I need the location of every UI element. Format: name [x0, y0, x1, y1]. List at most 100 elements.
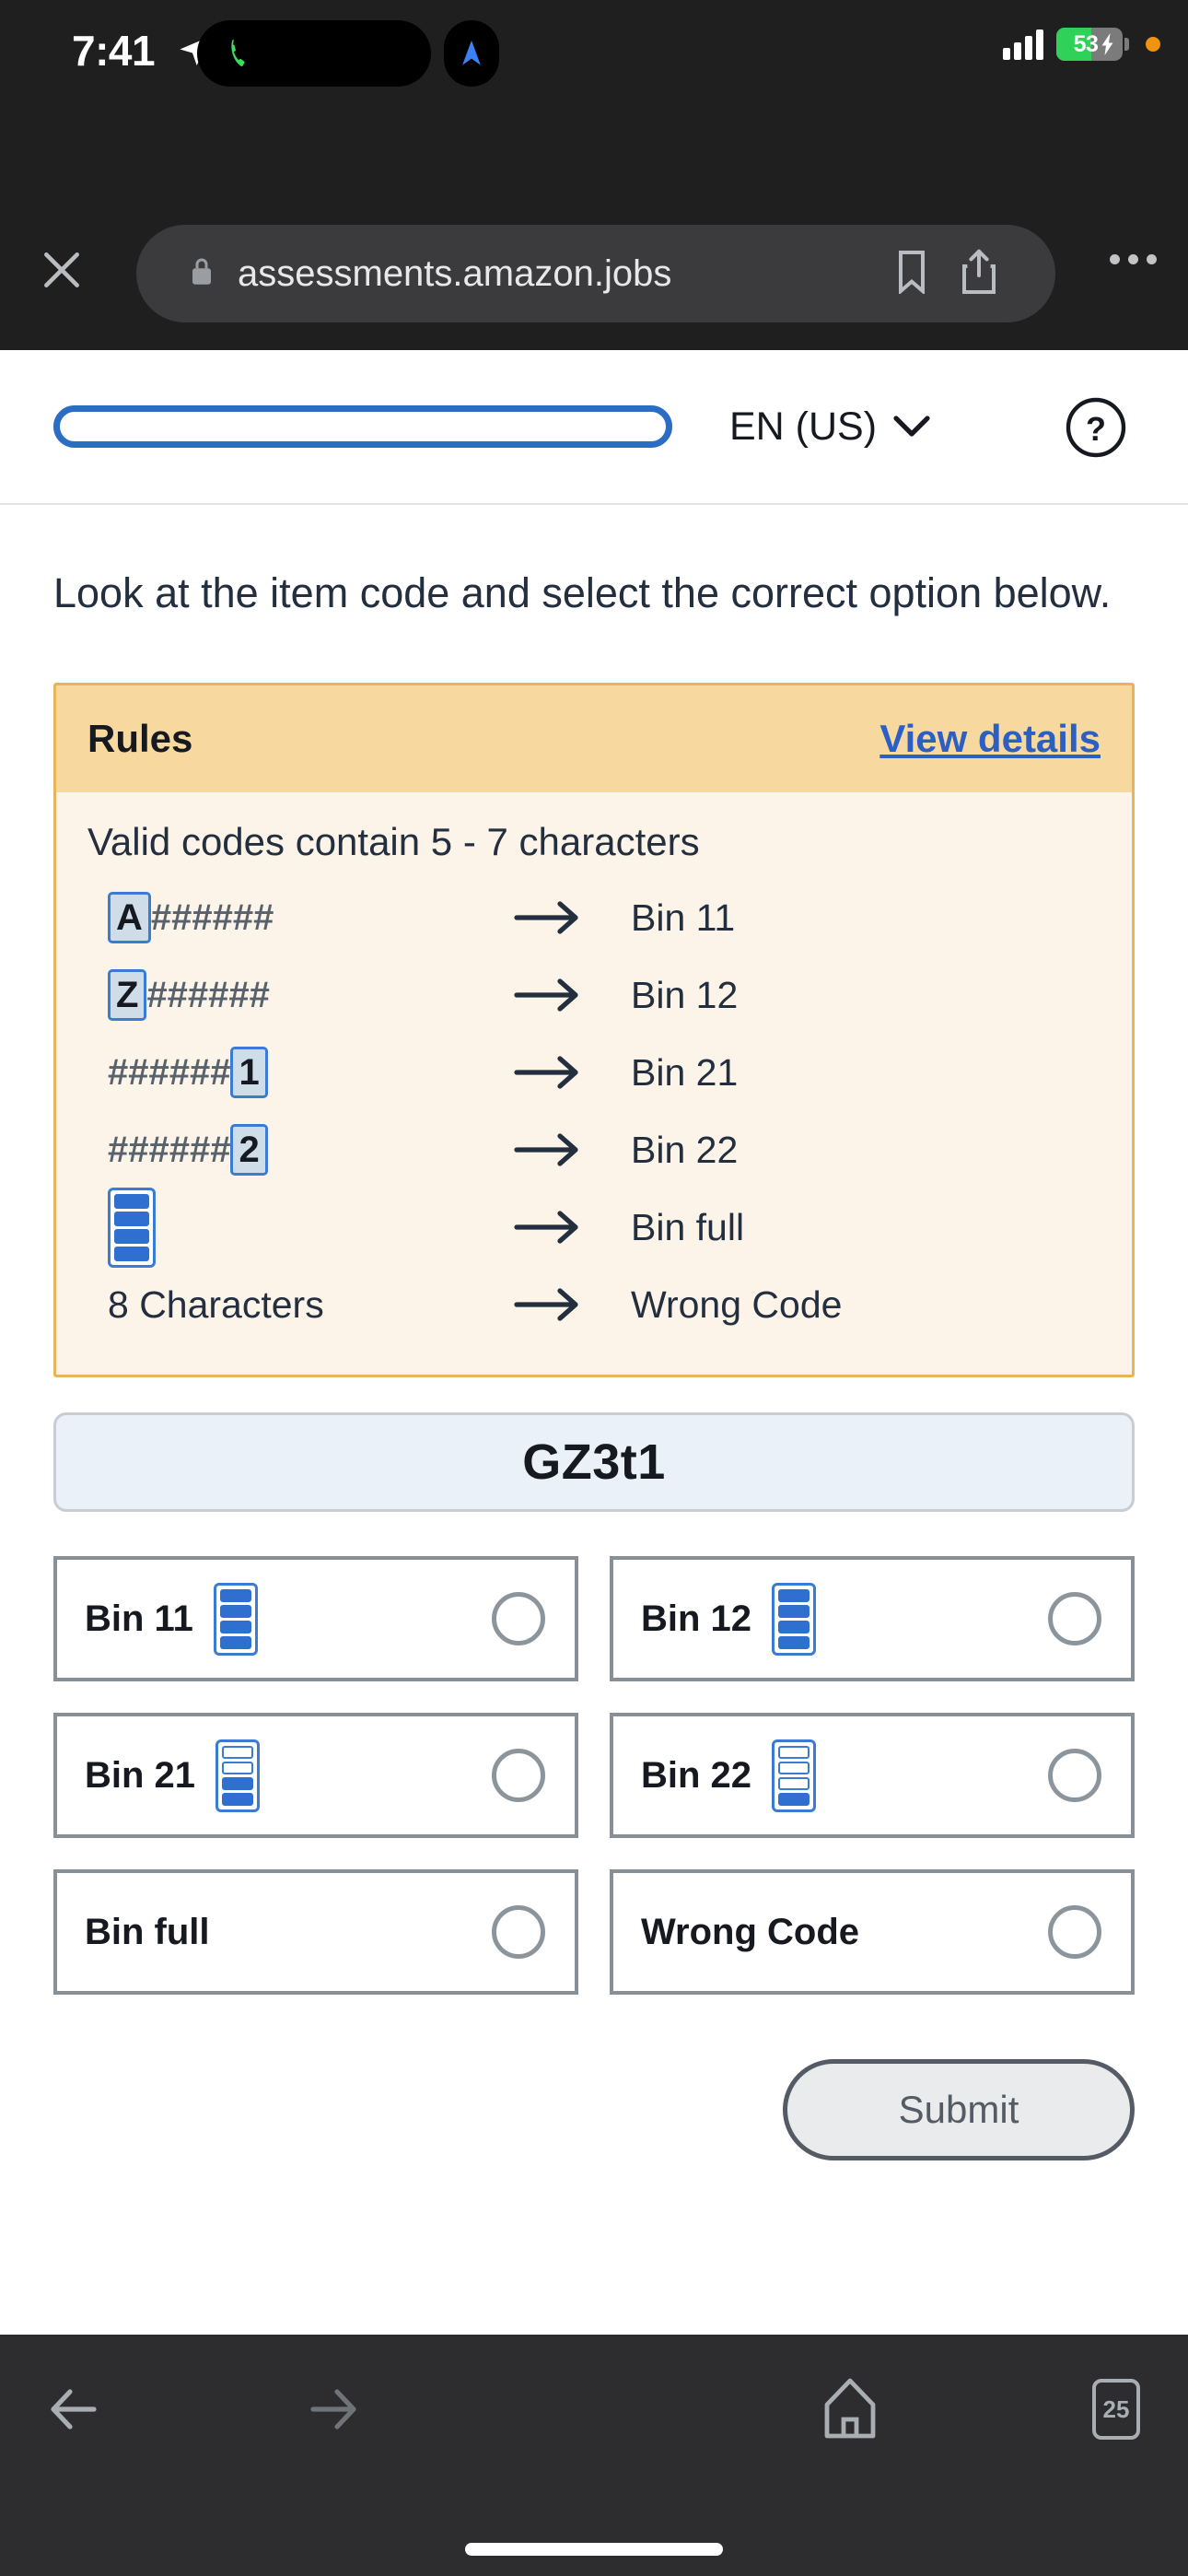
- rules-row: A ###### Bin 11: [87, 879, 1101, 956]
- bin-cell: [778, 1745, 810, 1759]
- rules-title: Rules: [87, 717, 193, 761]
- answer-option-bin-22[interactable]: Bin 22: [610, 1713, 1135, 1839]
- bin-cell: [778, 1635, 810, 1649]
- arrow-right-icon[interactable]: [306, 2381, 363, 2442]
- answer-option-radio[interactable]: [492, 1905, 545, 1960]
- bin-level-icon: [108, 1187, 156, 1268]
- rules-row: ###### 2 Bin 22: [87, 1111, 1101, 1188]
- answer-option-bin-full[interactable]: Bin full: [53, 1869, 578, 1996]
- rules-row-list: A ###### Bin 11 Z ###### Bin 12 ###### 1 Bin 21 #…: [87, 879, 1101, 1343]
- rules-row-target: Bin 11: [631, 896, 736, 939]
- language-label: EN (US): [729, 404, 878, 449]
- rules-row-text: 8 Characters: [108, 1282, 324, 1326]
- bin-cell: [778, 1792, 810, 1806]
- orange-recording-dot: [1146, 37, 1160, 52]
- answer-option-radio[interactable]: [492, 1592, 545, 1646]
- phone-screen: 7:41 53 assessments.amazon.jobs EN (US) …: [0, 0, 1188, 2576]
- answer-option-label: Bin 21: [85, 1754, 196, 1796]
- arrow-right-icon: [465, 1286, 631, 1323]
- rules-row-target: Bin 22: [631, 1128, 739, 1171]
- rules-row: Z ###### Bin 12: [87, 956, 1101, 1034]
- highlighted-character: 2: [230, 1124, 268, 1177]
- bin-cell: [219, 1635, 251, 1649]
- answer-option-label: Bin 12: [641, 1598, 752, 1639]
- status-bar-time: 7:41: [72, 27, 156, 75]
- lock-icon: [188, 254, 215, 294]
- arrow-right-icon: [465, 1054, 631, 1091]
- rules-row-target: Wrong Code: [631, 1282, 843, 1326]
- answer-option-radio[interactable]: [1048, 1905, 1101, 1960]
- front-camera-island: [444, 20, 499, 87]
- question-prompt: Look at the item code and select the cor…: [53, 569, 1112, 616]
- share-icon[interactable]: [961, 249, 996, 299]
- answer-option-bin-12[interactable]: Bin 12: [610, 1556, 1135, 1682]
- bin-cell: [219, 1620, 251, 1633]
- view-details-link[interactable]: View details: [879, 717, 1101, 761]
- answer-option-radio[interactable]: [492, 1749, 545, 1803]
- bin-cell: [778, 1620, 810, 1633]
- item-code-display: GZ3t1: [53, 1412, 1135, 1513]
- tab-count-label: 25: [1102, 2395, 1130, 2423]
- address-bar-url: assessments.amazon.jobs: [238, 252, 672, 294]
- bin-level-icon-wrap: [215, 1739, 261, 1812]
- bin-level-icon: [213, 1582, 258, 1656]
- answer-option-label: Wrong Code: [641, 1911, 860, 1952]
- answer-option-radio[interactable]: [1048, 1749, 1101, 1803]
- valid-codes-text: Valid codes contain 5 - 7 characters: [87, 820, 700, 864]
- rules-row: Bin full: [87, 1187, 1101, 1268]
- rules-card-body: Valid codes contain 5 - 7 characters A ##…: [56, 792, 1132, 1376]
- assessment-header: EN (US) ?: [0, 350, 1188, 505]
- hash-placeholder: ######: [108, 1129, 231, 1170]
- arrow-left-icon[interactable]: [44, 2381, 101, 2442]
- rules-row-pattern: Z ######: [87, 969, 465, 1022]
- bin-cell: [778, 1776, 810, 1790]
- battery-indicator: 53: [1056, 28, 1123, 61]
- rules-row: 8 Characters Wrong Code: [87, 1266, 1101, 1343]
- answer-option-label: Bin 22: [641, 1754, 752, 1796]
- progress-bar: [53, 405, 672, 448]
- assessment-content: Look at the item code and select the cor…: [0, 505, 1188, 2161]
- bin-cell: [219, 1604, 251, 1618]
- home-icon[interactable]: [818, 2375, 882, 2446]
- bookmark-icon[interactable]: [895, 250, 928, 299]
- rules-row-pattern: [87, 1187, 465, 1268]
- answer-option-wrong-code[interactable]: Wrong Code: [610, 1869, 1135, 1996]
- answer-option-bin-21[interactable]: Bin 21: [53, 1713, 578, 1839]
- svg-text:?: ?: [1086, 410, 1106, 448]
- status-bar-indicators: 53: [1003, 28, 1160, 61]
- rules-row-target: Bin full: [631, 1205, 745, 1248]
- bin-cell: [778, 1604, 810, 1618]
- bin-level-icon-wrap: [772, 1582, 817, 1656]
- bin-cell: [114, 1211, 149, 1226]
- language-selector[interactable]: EN (US): [729, 404, 930, 450]
- close-icon[interactable]: [35, 243, 88, 297]
- bin-cell: [222, 1745, 254, 1759]
- answer-option-label: Bin 11: [85, 1598, 193, 1639]
- bin-cell: [778, 1588, 810, 1602]
- browser-top-bar: assessments.amazon.jobs: [0, 195, 1188, 350]
- rules-row-target: Bin 12: [631, 973, 739, 1016]
- bin-cell: [219, 1588, 251, 1602]
- more-options-icon[interactable]: [1110, 254, 1157, 264]
- hash-placeholder: ######: [108, 1051, 231, 1093]
- cellular-signal-icon: [1003, 29, 1043, 60]
- ios-status-bar: 7:41 53: [0, 0, 1188, 195]
- rules-row-pattern: 8 Characters: [87, 1283, 465, 1327]
- rules-row-pattern: ###### 1: [87, 1047, 465, 1099]
- rules-row-pattern: A ######: [87, 892, 465, 944]
- address-bar[interactable]: assessments.amazon.jobs: [136, 225, 1055, 322]
- charging-bolt-icon: [1101, 33, 1116, 60]
- hash-placeholder: ######: [150, 896, 274, 938]
- bin-level-icon: [772, 1582, 817, 1656]
- answer-option-bin-11[interactable]: Bin 11: [53, 1556, 578, 1682]
- tab-count-button[interactable]: 25: [1092, 2379, 1140, 2440]
- bin-cell: [114, 1228, 149, 1244]
- highlighted-character: A: [108, 892, 151, 944]
- home-indicator: [465, 2543, 723, 2556]
- rules-row-pattern: ###### 2: [87, 1124, 465, 1177]
- answer-option-radio[interactable]: [1048, 1592, 1101, 1646]
- bin-cell: [778, 1761, 810, 1774]
- submit-button[interactable]: Submit: [783, 2059, 1135, 2161]
- highlighted-character: 1: [230, 1047, 268, 1099]
- question-mark-circle-icon[interactable]: ?: [1065, 396, 1127, 463]
